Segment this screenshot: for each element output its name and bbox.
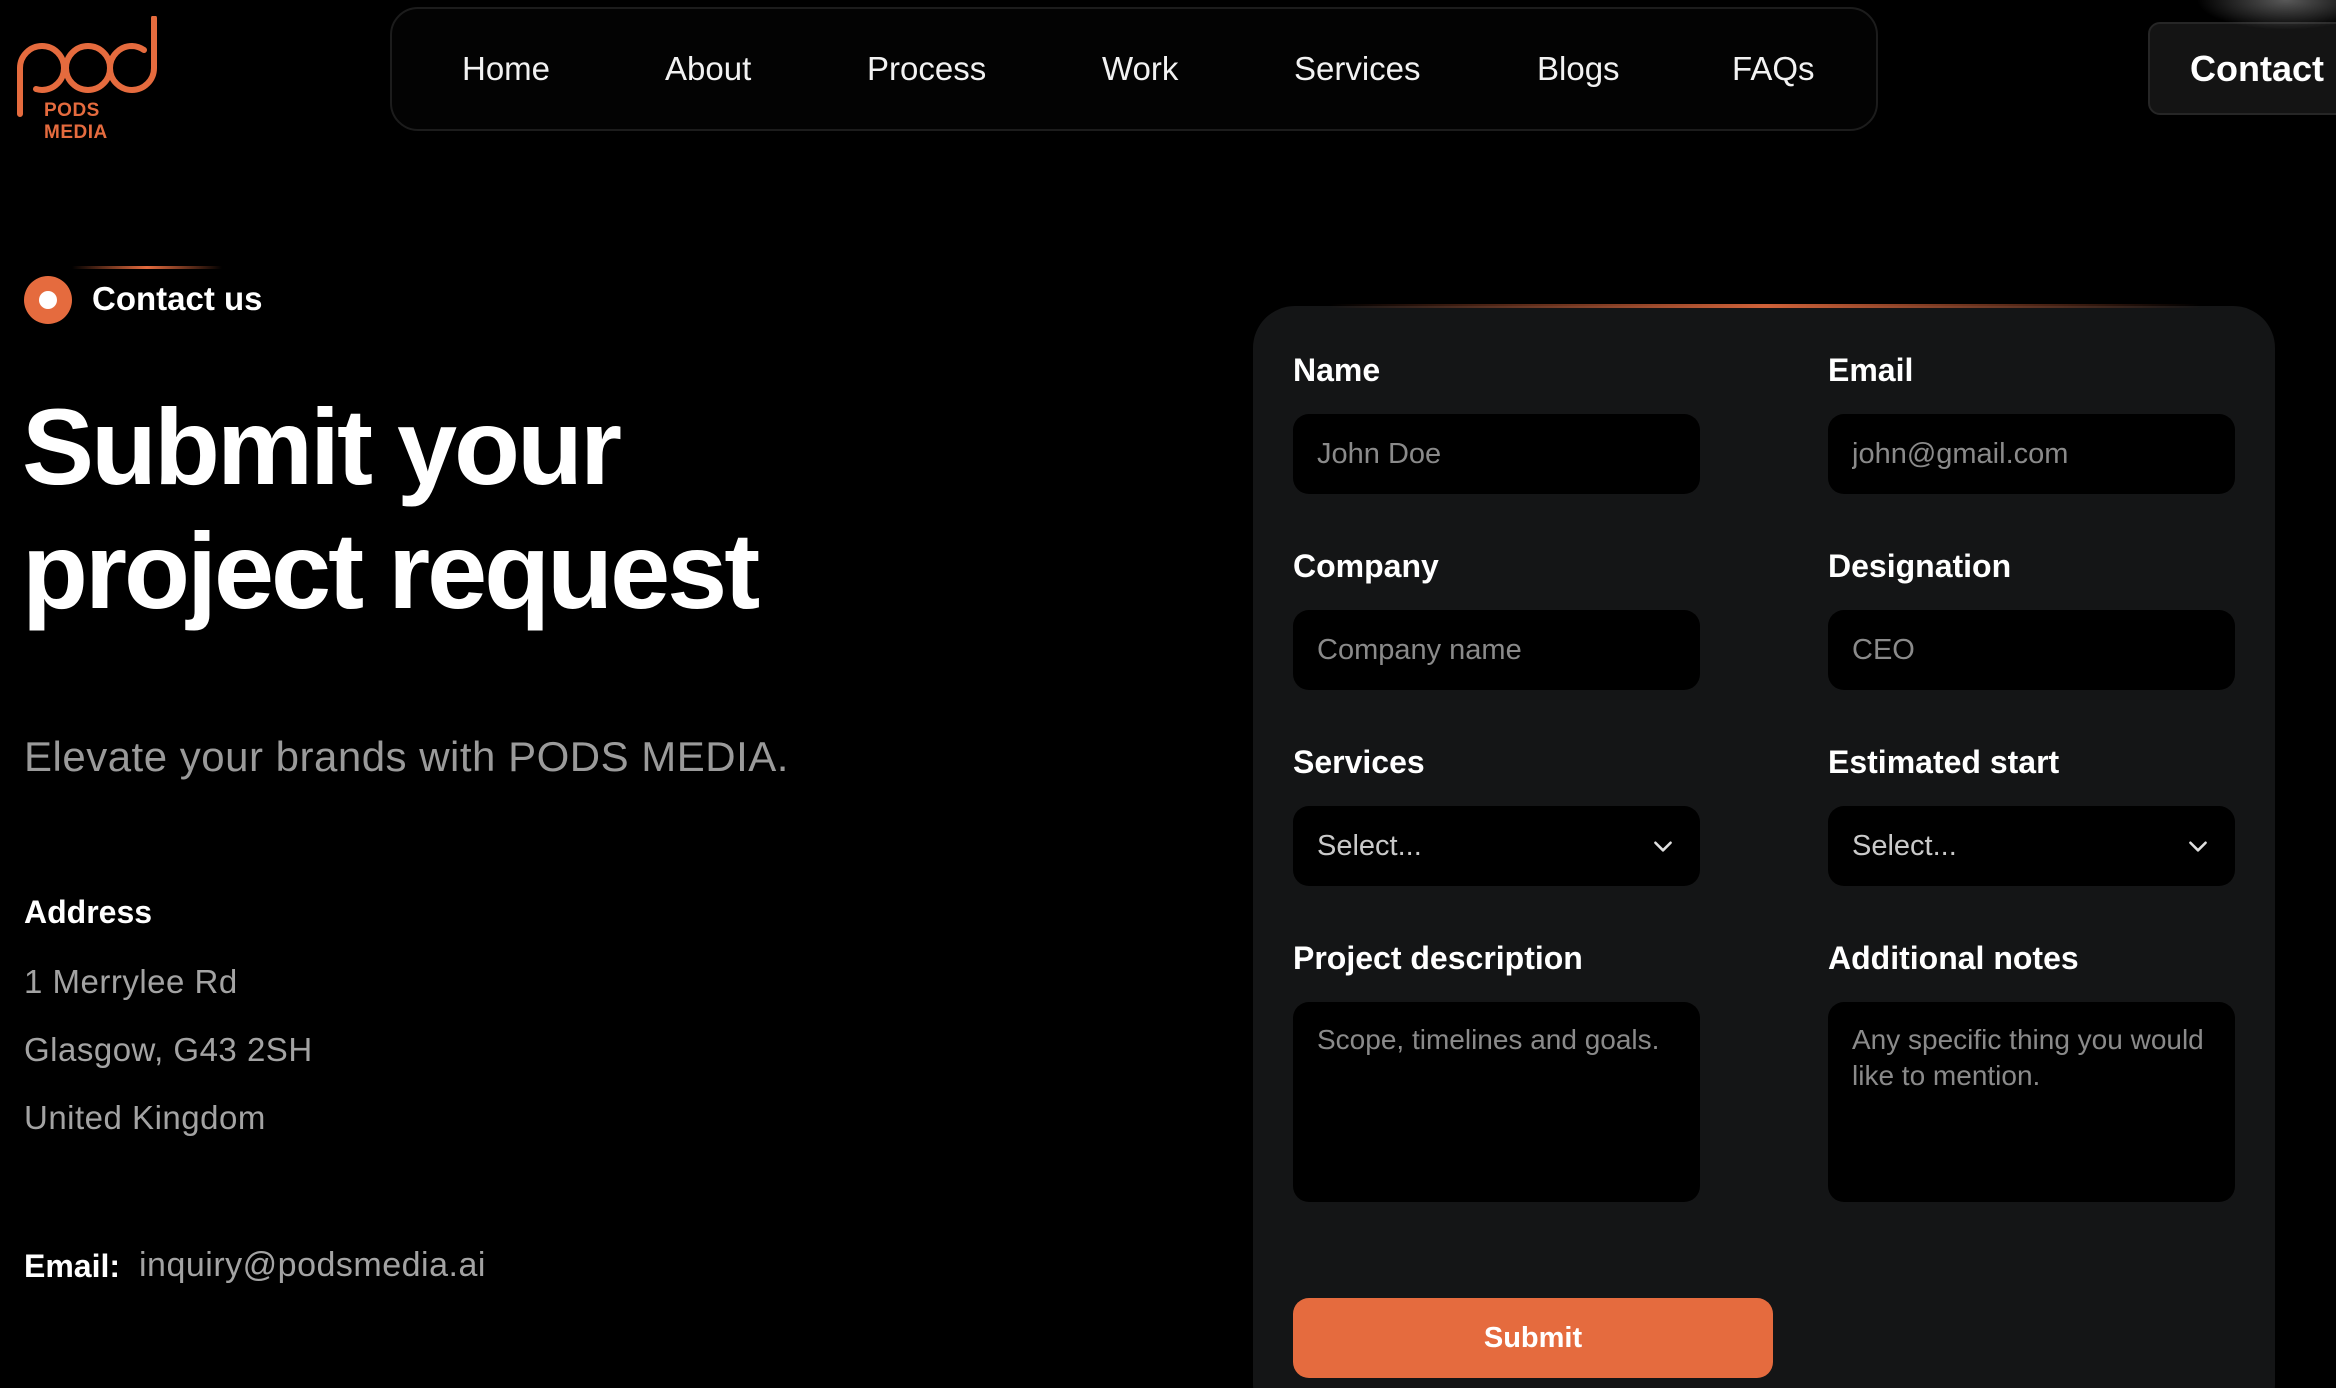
hero-subline: Elevate your brands with PODS MEDIA. bbox=[24, 733, 789, 780]
form-accent-glow bbox=[1330, 304, 2200, 308]
email-input[interactable] bbox=[1828, 414, 2235, 494]
tag-dot-icon bbox=[24, 276, 72, 324]
additional-notes-textarea[interactable] bbox=[1828, 1002, 2235, 1202]
main-nav: Home About Process Work Services Blogs F… bbox=[390, 7, 1878, 131]
services-selected-value: Select... bbox=[1317, 829, 1422, 862]
services-label: Services bbox=[1293, 744, 1425, 780]
address-line-3: United Kingdom bbox=[24, 1099, 266, 1136]
estimated-start-select[interactable]: Select... bbox=[1828, 806, 2235, 886]
page: PODS MEDIA Home About Process Work Servi… bbox=[0, 0, 2336, 1388]
company-input[interactable] bbox=[1293, 610, 1700, 690]
corner-glow bbox=[2196, 0, 2336, 30]
headline-line-2: project request bbox=[22, 510, 760, 631]
submit-button[interactable]: Submit bbox=[1293, 1298, 1773, 1378]
contact-us-tag: Contact us bbox=[92, 280, 263, 317]
estimated-start-label: Estimated start bbox=[1828, 744, 2060, 780]
services-select[interactable]: Select... bbox=[1293, 806, 1700, 886]
designation-input[interactable] bbox=[1828, 610, 2235, 690]
nav-item-blogs[interactable]: Blogs bbox=[1537, 50, 1732, 88]
logo-text: PODS MEDIA bbox=[44, 100, 108, 143]
address-label: Address bbox=[24, 894, 153, 930]
address-line-1: 1 Merrylee Rd bbox=[24, 963, 238, 1000]
nav-item-process[interactable]: Process bbox=[867, 50, 1102, 88]
headline-line-1: Submit your bbox=[22, 386, 622, 507]
project-description-label: Project description bbox=[1293, 940, 1583, 976]
email-field-label: Email bbox=[1828, 352, 1914, 388]
contact-button[interactable]: Contact bbox=[2148, 22, 2336, 115]
nav-item-home[interactable]: Home bbox=[462, 50, 665, 88]
nav-item-work[interactable]: Work bbox=[1102, 50, 1294, 88]
tag-accent-line bbox=[72, 266, 222, 269]
company-label: Company bbox=[1293, 548, 1439, 584]
estimated-start-selected-value: Select... bbox=[1852, 829, 1957, 862]
page-title: Submit your project request bbox=[22, 385, 922, 633]
nav-item-services[interactable]: Services bbox=[1294, 50, 1537, 88]
chevron-down-icon bbox=[1654, 841, 1672, 852]
pods-media-logo[interactable]: PODS MEDIA bbox=[14, 16, 164, 143]
additional-notes-label: Additional notes bbox=[1828, 940, 2079, 976]
nav-item-about[interactable]: About bbox=[665, 50, 867, 88]
nav-item-faqs[interactable]: FAQs bbox=[1732, 50, 1852, 88]
email-label: Email: bbox=[24, 1248, 121, 1284]
chevron-down-icon bbox=[2189, 841, 2207, 852]
project-description-textarea[interactable] bbox=[1293, 1002, 1700, 1202]
email-link[interactable]: inquiry@podsmedia.ai bbox=[139, 1246, 486, 1285]
name-input[interactable] bbox=[1293, 414, 1700, 494]
name-label: Name bbox=[1293, 352, 1381, 388]
designation-label: Designation bbox=[1828, 548, 2012, 584]
address-line-2: Glasgow, G43 2SH bbox=[24, 1031, 313, 1068]
